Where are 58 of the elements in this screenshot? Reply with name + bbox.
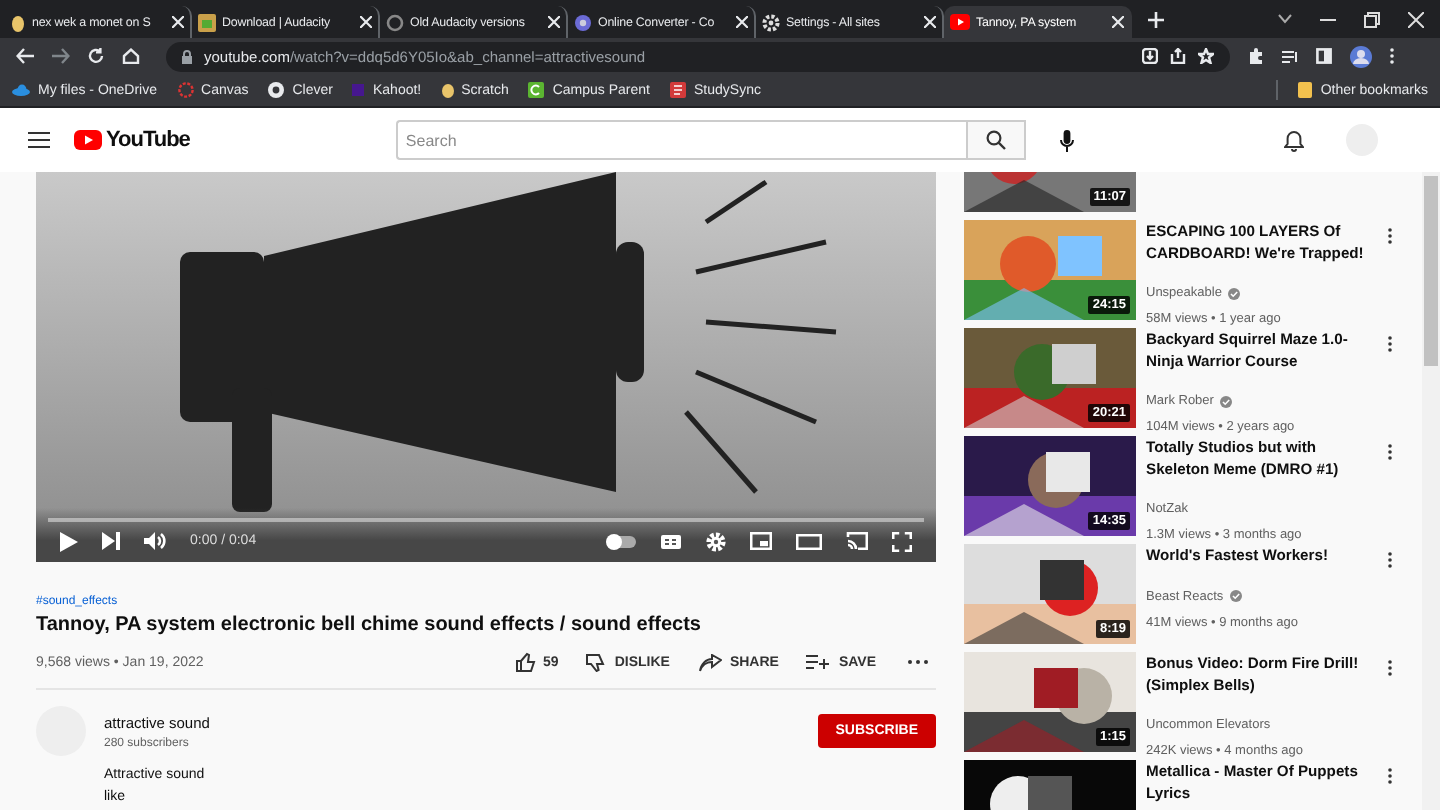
square-icon [352,84,365,96]
youtube-logo[interactable]: YouTube [74,128,190,152]
minimize-icon[interactable] [1320,17,1336,21]
gear-icon [762,13,780,31]
autoplay-toggle[interactable] [608,535,636,547]
book-icon [670,82,686,98]
chevron-down-icon[interactable] [1278,14,1292,24]
add-to-playlist-icon [806,654,831,670]
close-icon[interactable] [360,16,372,28]
reload-icon[interactable] [88,48,104,64]
puzzle-icon[interactable] [1248,48,1264,64]
play-icon [74,130,102,150]
close-icon[interactable] [1408,11,1424,27]
search-field[interactable]: Search [395,120,966,160]
close-icon[interactable] [172,16,184,28]
menu-icon[interactable] [28,132,50,148]
close-icon[interactable] [736,16,748,28]
microphone-icon[interactable] [1059,129,1074,151]
home-icon[interactable] [122,48,140,64]
square-icon [528,82,545,98]
restore-icon[interactable] [1364,11,1380,27]
share-icon [697,653,722,671]
theater-icon[interactable] [796,533,822,549]
scrollbar[interactable] [1424,176,1438,366]
globe-icon [268,82,285,98]
search-icon [985,130,1006,150]
close-icon[interactable] [1112,16,1124,28]
play-icon [950,14,970,30]
circle-icon [386,13,404,31]
close-icon[interactable] [924,16,936,28]
next-icon[interactable] [102,532,120,550]
back-arrow-icon[interactable] [16,48,34,64]
close-icon[interactable] [548,16,560,28]
miniplayer-icon[interactable] [750,532,772,550]
fullscreen-icon[interactable] [892,531,912,551]
search-button[interactable] [965,120,1026,160]
forward-arrow-icon[interactable] [52,48,70,64]
share-icon[interactable] [1170,48,1186,64]
side-panel-icon[interactable] [1316,48,1332,64]
settings-icon[interactable] [706,531,726,551]
play-icon[interactable] [60,531,78,551]
new-tab-icon[interactable] [1148,12,1164,28]
thumbs-up-icon [515,652,536,672]
star-icon[interactable] [1198,48,1214,64]
reading-list-icon[interactable] [1282,49,1298,63]
thumbs-down-icon [586,652,607,672]
music-icon [198,13,216,31]
folder-icon [1298,82,1313,98]
install-icon[interactable] [1142,48,1158,64]
bell-icon[interactable] [1284,129,1304,151]
circle-icon [177,82,194,98]
lock-icon [182,49,192,63]
circle-icon [574,13,592,31]
cast-icon[interactable] [846,532,868,550]
avatar-icon[interactable] [1350,45,1372,67]
video-title: Tannoy, PA system electronic bell chime sound effects / sound effects [36,614,703,636]
cloud-icon [12,84,30,96]
volume-icon[interactable] [144,532,166,550]
